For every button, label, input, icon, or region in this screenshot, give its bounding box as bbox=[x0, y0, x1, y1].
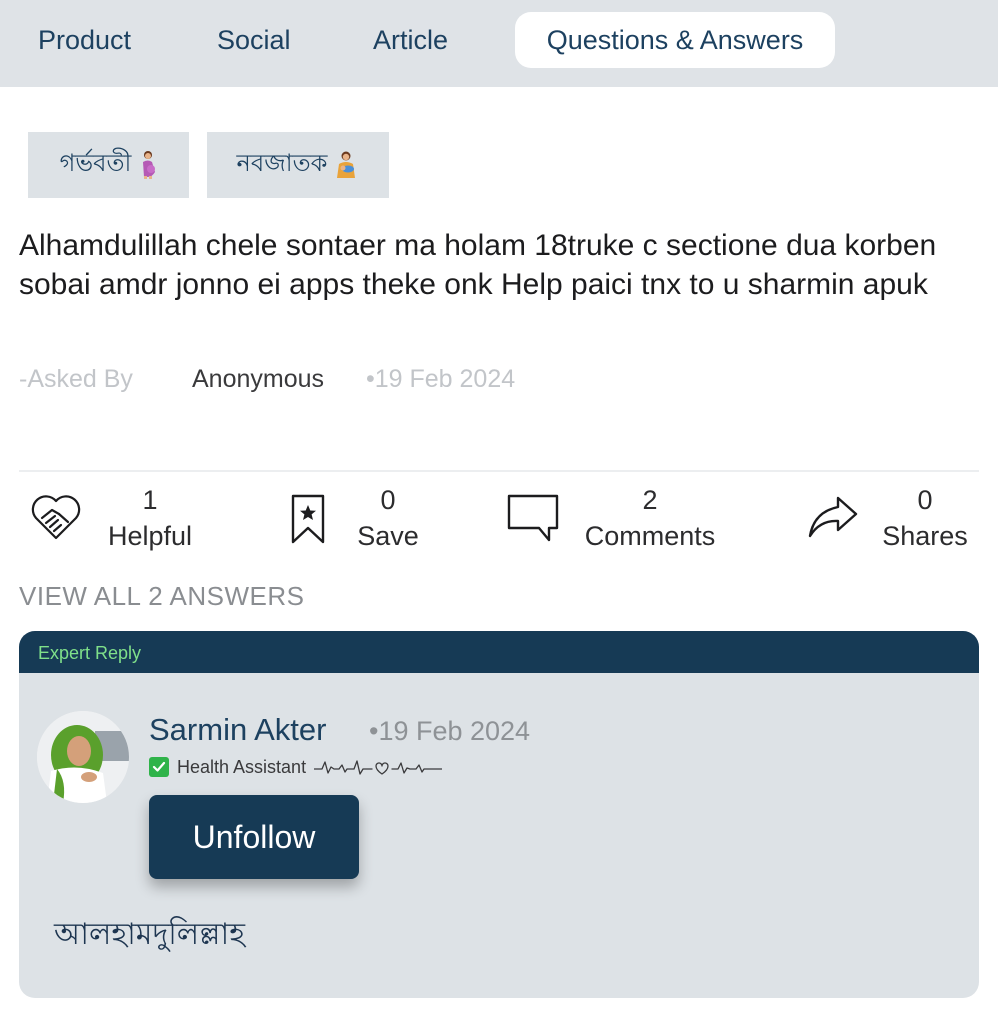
comments-button[interactable]: 2 Comments bbox=[505, 484, 730, 554]
category-chip-pregnant[interactable]: গর্ভবতী bbox=[28, 132, 189, 198]
save-label: Save bbox=[357, 521, 419, 551]
tab-article[interactable]: Article bbox=[373, 12, 448, 68]
expert-name[interactable]: Sarmin Akter bbox=[149, 711, 326, 749]
asked-by-label: -Asked By bbox=[19, 365, 133, 393]
category-chip-newborn[interactable]: নবজাতক bbox=[207, 132, 389, 198]
heartbeat-line-icon bbox=[314, 760, 443, 775]
pregnant-woman-icon bbox=[143, 151, 156, 179]
question-text: Alhamdulillah chele sontaer ma holam 18t… bbox=[19, 229, 937, 301]
expert-reply-header: Expert Reply bbox=[19, 631, 979, 673]
expert-role-label: Health Assistant bbox=[177, 756, 307, 777]
save-button[interactable]: 0 Save bbox=[288, 484, 428, 554]
share-button[interactable]: 0 Shares bbox=[806, 484, 976, 554]
check-mark-icon bbox=[149, 757, 169, 777]
tab-social[interactable]: Social bbox=[217, 12, 291, 68]
shares-count: 0 bbox=[917, 485, 933, 515]
answer-text: আলহামদুলিল্লাহ bbox=[54, 917, 245, 952]
tab-product[interactable]: Product bbox=[38, 12, 131, 68]
tab-bar: Product Social Article Questions & Answe… bbox=[0, 0, 998, 87]
handshake-heart-icon bbox=[31, 495, 81, 540]
shares-label: Shares bbox=[882, 521, 968, 551]
reply-date: •19 Feb 2024 bbox=[369, 716, 531, 746]
tab-questions-answers[interactable]: Questions & Answers bbox=[515, 12, 835, 68]
breastfeeding-icon bbox=[337, 151, 356, 178]
category-chip-label: নবজাতক bbox=[236, 149, 328, 177]
comment-bubble-icon bbox=[507, 494, 559, 542]
divider bbox=[19, 470, 979, 472]
helpful-count: 1 bbox=[142, 485, 158, 515]
category-chip-label: গর্ভবতী bbox=[59, 149, 132, 177]
view-all-answers-link[interactable]: VIEW ALL 2 ANSWERS bbox=[19, 580, 304, 612]
helpful-button[interactable]: 1 Helpful bbox=[28, 484, 208, 554]
question-date: •19 Feb 2024 bbox=[366, 365, 516, 393]
comments-label: Comments bbox=[584, 521, 716, 551]
expert-reply-card: Expert Reply Sarmin Akter •19 Feb 2024 H… bbox=[19, 631, 979, 998]
expert-role: Health Assistant bbox=[149, 755, 443, 779]
avatar[interactable] bbox=[37, 711, 129, 803]
bookmark-star-icon bbox=[291, 494, 325, 544]
share-arrow-icon bbox=[808, 496, 858, 538]
question-author: Anonymous bbox=[192, 365, 325, 393]
helpful-label: Helpful bbox=[107, 521, 193, 551]
save-count: 0 bbox=[380, 485, 396, 515]
comments-count: 2 bbox=[642, 485, 658, 515]
unfollow-button[interactable]: Unfollow bbox=[149, 795, 359, 879]
expert-reply-label: Expert Reply bbox=[38, 643, 142, 663]
